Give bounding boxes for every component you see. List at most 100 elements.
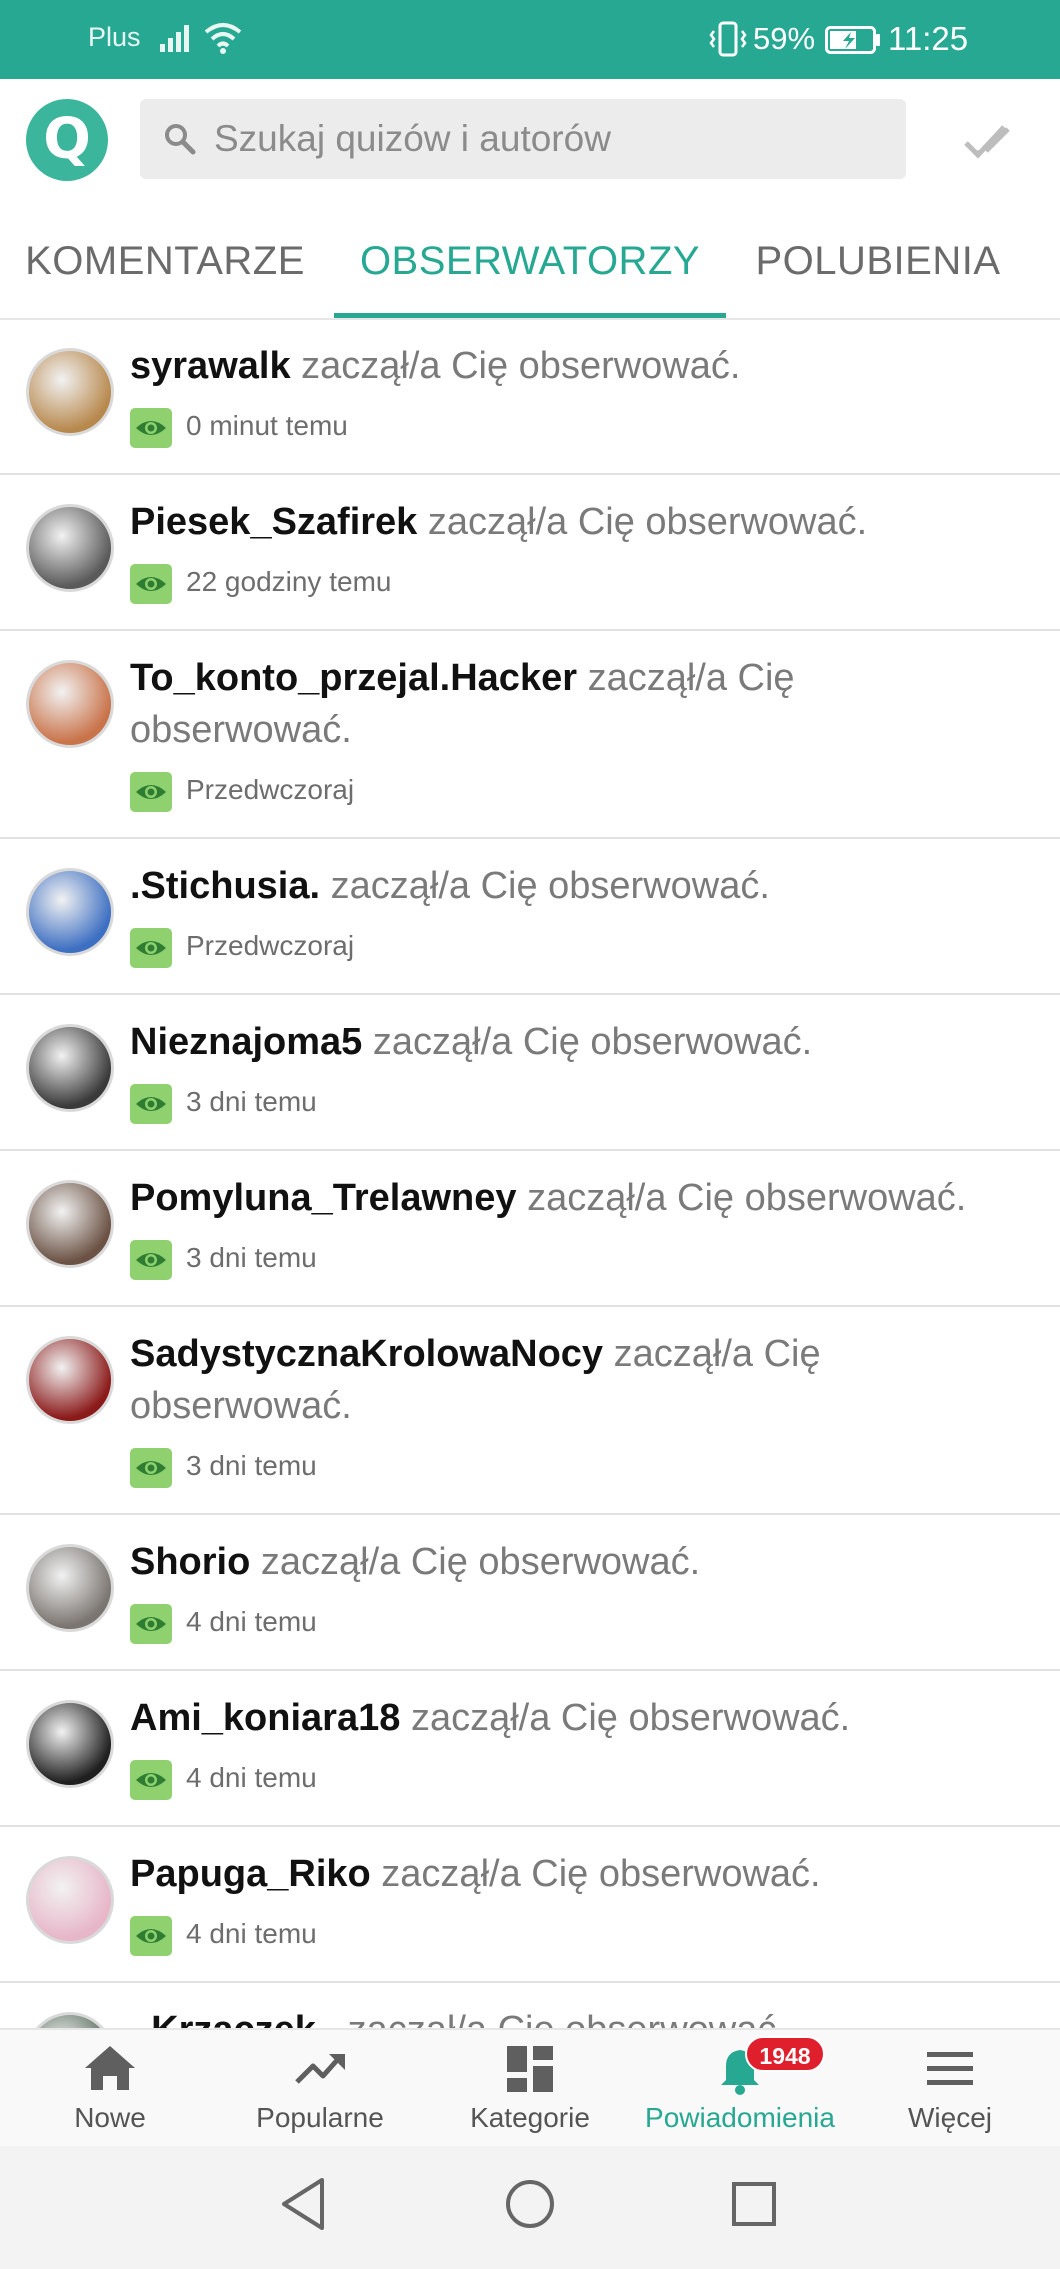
notification-action: zaczął/a Cię obserwować. xyxy=(372,1021,813,1063)
menu-icon xyxy=(927,2052,973,2085)
tab-obserwatorzy[interactable]: OBSERWATORZY xyxy=(334,203,726,320)
active-tab-indicator xyxy=(334,313,726,318)
notification-action: zaczął/a Cię obserwować. xyxy=(410,1697,851,1739)
avatar[interactable] xyxy=(26,868,114,956)
avatar[interactable] xyxy=(26,504,114,592)
list-item[interactable]: syrawalk zaczął/a Cię obserwować. 0 minu… xyxy=(0,320,1060,475)
recent-apps-icon[interactable] xyxy=(730,2180,778,2228)
eye-icon xyxy=(130,1084,172,1124)
username-link[interactable]: .Stichusia. xyxy=(130,865,320,907)
notification-text: To_konto_przejal.Hacker zaczął/a Cię obs… xyxy=(130,652,830,756)
avatar[interactable] xyxy=(26,660,114,748)
notification-text: Shorio zaczął/a Cię obserwować. xyxy=(130,1536,1020,1588)
notification-text: Piesek_Szafirek zaczął/a Cię obserwować. xyxy=(130,496,1020,548)
eye-icon xyxy=(130,408,172,448)
avatar[interactable] xyxy=(26,1700,114,1788)
list-item[interactable]: Ami_koniara18 zaczął/a Cię obserwować. 4… xyxy=(0,1672,1060,1827)
notification-action: zaczął/a Cię obserwować. xyxy=(330,865,770,907)
notification-text: Ami_koniara18 zaczął/a Cię obserwować. xyxy=(130,1692,1020,1744)
notification-time: 3 dni temu xyxy=(186,1242,317,1273)
nav-item-powiadomienia[interactable]: 1948 Powiadomienia xyxy=(635,2030,845,2148)
notification-action: zaczął/a Cię obserwować. xyxy=(527,1177,967,1219)
back-icon[interactable] xyxy=(278,2176,328,2232)
home-circle-icon[interactable] xyxy=(504,2178,556,2230)
nav-item-popularne[interactable]: Popularne xyxy=(215,2030,425,2148)
search-input[interactable] xyxy=(214,99,894,179)
list-item[interactable]: Shorio zaczął/a Cię obserwować. 4 dni te… xyxy=(0,1516,1060,1671)
notification-text: _Krzaczek_ zaczął/a Cię obserwować. xyxy=(130,2004,1020,2030)
notification-time: 3 dni temu xyxy=(186,1086,317,1117)
notification-action: zaczął/a Cię obserwować. xyxy=(381,1853,821,1895)
notification-text: Papuga_Riko zaczął/a Cię obserwować. xyxy=(130,1848,1020,1900)
username-link[interactable]: Piesek_Szafirek xyxy=(130,501,417,543)
notification-action: zaczął/a Cię obserwować. xyxy=(301,345,741,387)
username-link[interactable]: Pomyluna_Trelawney xyxy=(130,1177,517,1219)
notification-time: Przedwczoraj xyxy=(186,930,355,961)
search-icon xyxy=(165,124,196,155)
username-link[interactable]: SadystycznaKrolowaNocy xyxy=(130,1333,603,1375)
username-link[interactable]: Ami_koniara18 xyxy=(130,1697,400,1739)
avatar[interactable] xyxy=(26,1544,114,1632)
avatar[interactable] xyxy=(26,1336,114,1424)
nav-label: Kategorie xyxy=(470,2102,590,2133)
username-link[interactable]: Papuga_Riko xyxy=(130,1853,371,1895)
list-item[interactable]: .Stichusia. zaczął/a Cię obserwować. Prz… xyxy=(0,840,1060,995)
battery-charging-icon xyxy=(825,26,880,54)
notification-action: zaczął/a Cię obserwować. xyxy=(347,2009,787,2030)
nav-label: Powiadomienia xyxy=(645,2102,835,2133)
tab-komentarze[interactable]: KOMENTARZE xyxy=(0,203,330,320)
notification-time: Przedwczoraj xyxy=(186,774,355,805)
dashboard-icon xyxy=(507,2046,553,2092)
battery-percent: 59% xyxy=(753,21,816,56)
username-link[interactable]: To_konto_przejal.Hacker xyxy=(130,657,577,699)
avatar[interactable] xyxy=(26,1180,114,1268)
nav-item-nowe[interactable]: Nowe xyxy=(5,2030,215,2148)
list-item[interactable]: Piesek_Szafirek zaczął/a Cię obserwować.… xyxy=(0,476,1060,631)
notification-text: SadystycznaKrolowaNocy zaczął/a Cię obse… xyxy=(130,1328,850,1432)
notification-text: .Stichusia. zaczął/a Cię obserwować. xyxy=(130,860,1020,912)
username-link[interactable]: Nieznajoma5 xyxy=(130,1021,362,1063)
nav-label: Nowe xyxy=(74,2102,146,2133)
username-link[interactable]: _Krzaczek_ xyxy=(130,2009,337,2030)
logo-letter: Q xyxy=(43,107,91,172)
signal-icon xyxy=(160,25,189,52)
list-item[interactable]: _Krzaczek_ zaczął/a Cię obserwować. xyxy=(0,1984,1060,2030)
list-item[interactable]: Pomyluna_Trelawney zaczął/a Cię obserwow… xyxy=(0,1152,1060,1307)
tab-polubienia[interactable]: POLUBIENIA xyxy=(740,203,1016,320)
eye-icon xyxy=(130,1448,172,1488)
eye-icon xyxy=(130,1604,172,1644)
eye-icon xyxy=(130,772,172,812)
list-item[interactable]: Papuga_Riko zaczął/a Cię obserwować. 4 d… xyxy=(0,1828,1060,1983)
eye-icon xyxy=(130,928,172,968)
home-icon xyxy=(85,2046,135,2090)
notification-time: 4 dni temu xyxy=(186,1606,317,1637)
carrier-label: Plus xyxy=(88,22,141,52)
wifi-icon xyxy=(204,23,242,54)
app-logo[interactable]: Q xyxy=(26,99,108,181)
notification-time: 4 dni temu xyxy=(186,1918,317,1949)
eye-icon xyxy=(130,564,172,604)
status-bar: Plus 59% 11:25 xyxy=(0,0,1060,79)
avatar[interactable] xyxy=(26,348,114,436)
mark-all-read-check-icon[interactable] xyxy=(964,121,1010,163)
notification-time: 3 dni temu xyxy=(186,1450,317,1481)
vibrate-icon xyxy=(709,21,747,57)
username-link[interactable]: syrawalk xyxy=(130,345,291,387)
nav-item-kategorie[interactable]: Kategorie xyxy=(425,2030,635,2148)
tab-bar: KOMENTARZE OBSERWATORZY POLUBIENIA xyxy=(0,203,1060,320)
notification-list: syrawalk zaczął/a Cię obserwować. 0 minu… xyxy=(0,320,1060,2030)
search-bar[interactable] xyxy=(140,99,906,179)
avatar[interactable] xyxy=(26,1024,114,1112)
eye-icon xyxy=(130,1240,172,1280)
system-navigation-bar xyxy=(0,2146,1060,2269)
list-item[interactable]: SadystycznaKrolowaNocy zaczął/a Cię obse… xyxy=(0,1308,1060,1515)
nav-item-wiecej[interactable]: Więcej xyxy=(845,2030,1055,2148)
eye-icon xyxy=(130,1916,172,1956)
list-item[interactable]: To_konto_przejal.Hacker zaczął/a Cię obs… xyxy=(0,632,1060,839)
notification-action: zaczął/a Cię obserwować. xyxy=(260,1541,701,1583)
clock: 11:25 xyxy=(888,20,969,57)
avatar[interactable] xyxy=(26,1856,114,1944)
list-item[interactable]: Nieznajoma5 zaczął/a Cię obserwować. 3 d… xyxy=(0,996,1060,1151)
eye-icon xyxy=(130,1760,172,1800)
username-link[interactable]: Shorio xyxy=(130,1541,250,1583)
